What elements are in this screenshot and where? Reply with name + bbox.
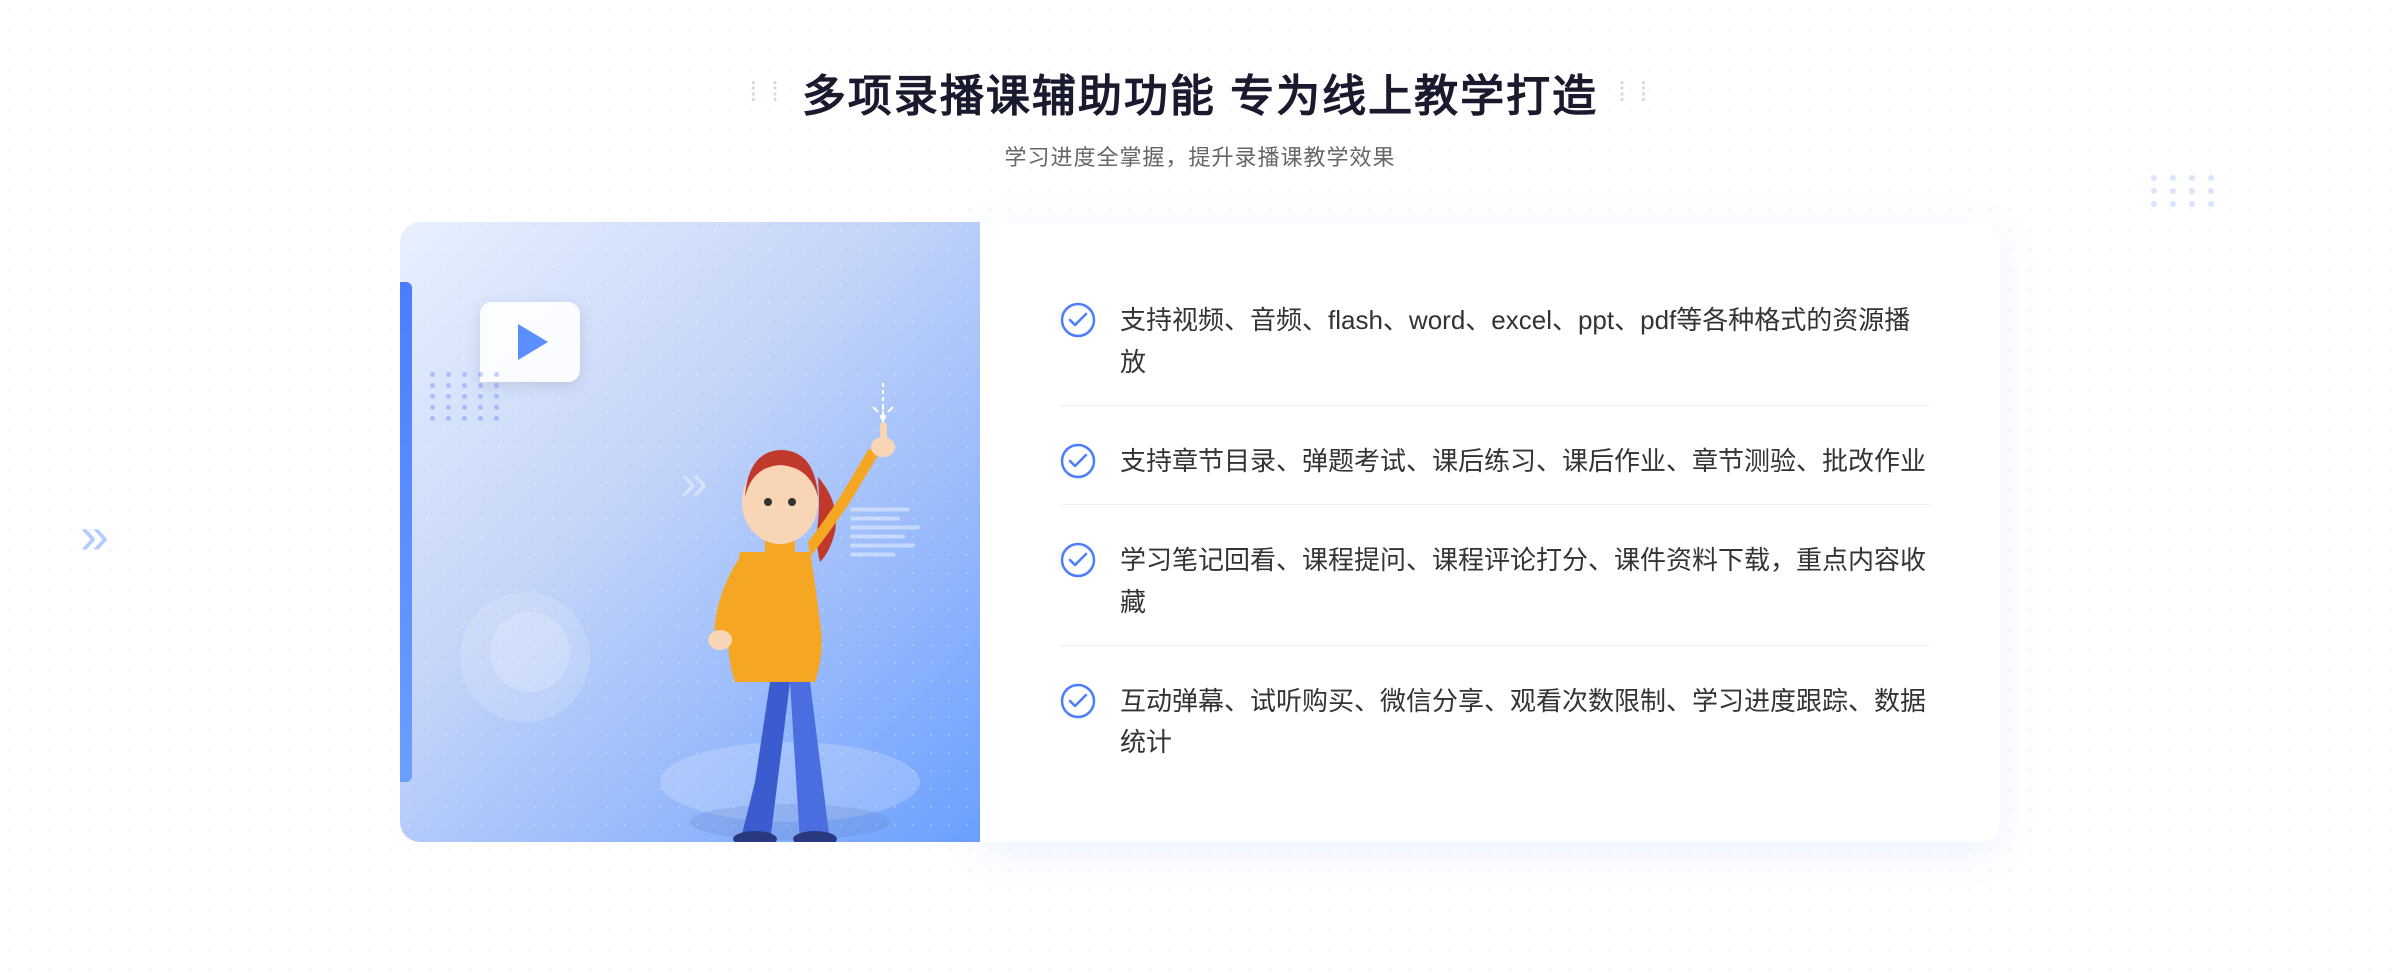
play-triangle-icon — [518, 324, 548, 360]
right-side-dots — [2151, 175, 2220, 207]
feature-item-2: 支持章节目录、弹题考试、课后练习、课后作业、章节测验、批改作业 — [1060, 419, 1930, 506]
check-icon-4 — [1060, 683, 1096, 719]
feature-text-3: 学习笔记回看、课程提问、课程评论打分、课件资料下载，重点内容收藏 — [1120, 540, 1930, 623]
page-title: 多项录播课辅助功能 专为线上教学打造 — [802, 60, 1598, 124]
deco-orb-2 — [490, 612, 570, 692]
feature-item-3: 学习笔记回看、课程提问、课程评论打分、课件资料下载，重点内容收藏 — [1060, 518, 1930, 646]
dots-grid-left — [430, 372, 504, 421]
page-subtitle: 学习进度全掌握，提升录播课教学效果 — [750, 140, 1651, 172]
title-row: ⁞ ⁞ 多项录播课辅助功能 专为线上教学打造 ⁞ ⁞ — [750, 60, 1651, 124]
feature-item-4: 互动弹幕、试听购买、微信分享、观看次数限制、学习进度跟踪、数据统计 — [1060, 659, 1930, 786]
content-area: » 支持视频、音频、flash、word、excel、ppt、pdf等各种格式的… — [400, 222, 2000, 842]
feature-text-4: 互动弹幕、试听购买、微信分享、观看次数限制、学习进度跟踪、数据统计 — [1120, 681, 1930, 764]
header-section: ⁞ ⁞ 多项录播课辅助功能 专为线上教学打造 ⁞ ⁞ 学习进度全掌握，提升录播课… — [750, 60, 1651, 172]
chevron-deco: » — [680, 453, 700, 511]
feature-text-2: 支持章节目录、弹题考试、课后练习、课后作业、章节测验、批改作业 — [1120, 441, 1926, 483]
person-illustration — [600, 302, 980, 842]
page-container: ⁞ ⁞ 多项录播课辅助功能 专为线上教学打造 ⁞ ⁞ 学习进度全掌握，提升录播课… — [0, 0, 2400, 974]
feature-text-1: 支持视频、音频、flash、word、excel、ppt、pdf等各种格式的资源… — [1120, 300, 1930, 383]
blue-bar-deco — [400, 282, 412, 782]
check-icon-3 — [1060, 542, 1096, 578]
title-left-deco-icon: ⁞ ⁞ — [750, 76, 782, 108]
title-right-deco-icon: ⁞ ⁞ — [1618, 76, 1650, 108]
features-panel: 支持视频、音频、flash、word、excel、ppt、pdf等各种格式的资源… — [980, 222, 2000, 842]
feature-item-1: 支持视频、音频、flash、word、excel、ppt、pdf等各种格式的资源… — [1060, 278, 1930, 406]
check-icon-1 — [1060, 302, 1096, 338]
illustration-panel: » — [400, 222, 980, 842]
check-icon-2 — [1060, 443, 1096, 479]
left-side-chevron: » — [80, 506, 99, 566]
play-bubble — [480, 302, 580, 382]
